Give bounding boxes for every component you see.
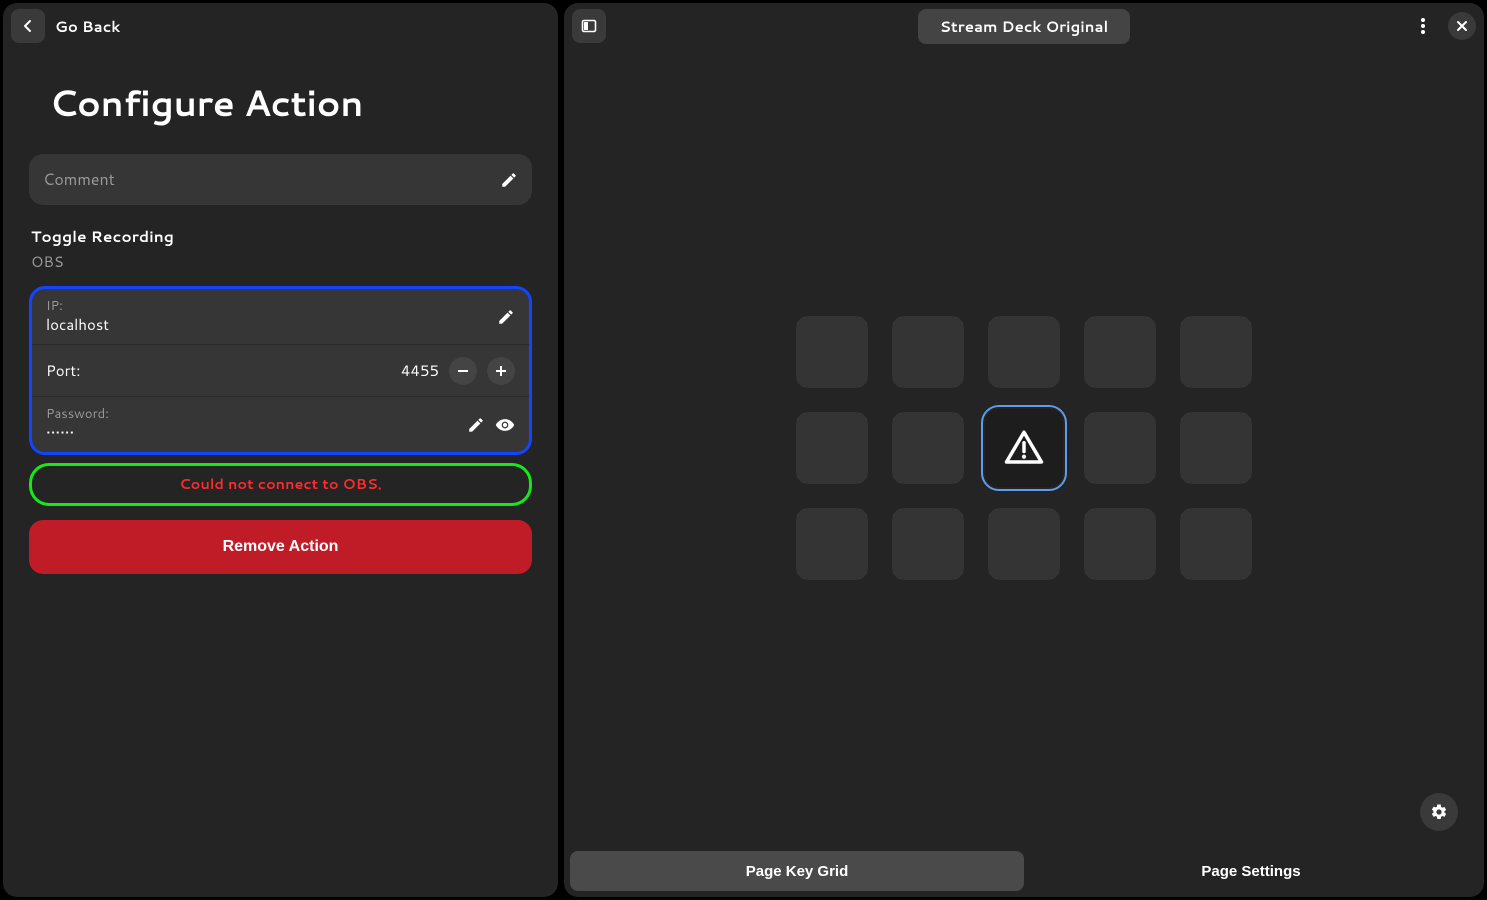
ip-label: IP:	[46, 299, 497, 315]
tab-page-key-grid[interactable]: Page Key Grid	[570, 851, 1024, 891]
pencil-icon[interactable]	[467, 416, 485, 434]
deck-key-5[interactable]	[796, 412, 868, 484]
comment-placeholder: Comment	[43, 168, 500, 191]
deck-key-7[interactable]	[985, 409, 1063, 487]
deck-key-10[interactable]	[796, 508, 868, 580]
minus-icon	[456, 364, 470, 378]
deck-key-0[interactable]	[796, 316, 868, 388]
close-button[interactable]	[1448, 12, 1476, 40]
password-row[interactable]: Password: ••••••	[32, 397, 529, 452]
toggle-sidebar-button[interactable]	[572, 9, 606, 43]
deck-key-3[interactable]	[1084, 316, 1156, 388]
device-selector[interactable]: Stream Deck Original	[918, 9, 1130, 44]
password-value: ••••••	[46, 423, 467, 443]
remove-action-button[interactable]: Remove Action	[29, 520, 532, 574]
deck-key-12[interactable]	[988, 508, 1060, 580]
deck-key-6[interactable]	[892, 412, 964, 484]
port-decrement-button[interactable]	[449, 357, 477, 385]
plus-icon	[494, 364, 508, 378]
ip-row[interactable]: IP: localhost	[32, 289, 529, 345]
action-name: Toggle Recording	[29, 225, 532, 247]
bottom-tab-bar: Page Key Grid Page Settings	[570, 851, 1478, 891]
kebab-icon	[1421, 18, 1425, 34]
deck-key-14[interactable]	[1180, 508, 1252, 580]
tab-page-settings[interactable]: Page Settings	[1024, 851, 1478, 891]
comment-field[interactable]: Comment	[29, 154, 532, 205]
deck-key-1[interactable]	[892, 316, 964, 388]
panel-icon	[581, 18, 597, 34]
port-increment-button[interactable]	[487, 357, 515, 385]
plugin-name: OBS	[29, 251, 532, 272]
close-icon	[1456, 20, 1468, 32]
deck-key-13[interactable]	[1084, 508, 1156, 580]
eye-icon[interactable]	[495, 415, 515, 435]
go-back-label: Go Back	[55, 16, 120, 37]
connection-group: IP: localhost Port: 4455	[29, 286, 532, 455]
port-value: 4455	[401, 360, 439, 381]
password-label: Password:	[46, 407, 467, 423]
gear-icon	[1430, 803, 1448, 821]
deck-key-4[interactable]	[1180, 316, 1252, 388]
deck-key-11[interactable]	[892, 508, 964, 580]
pencil-icon[interactable]	[497, 308, 515, 326]
page-title: Configure Action	[49, 77, 532, 128]
deck-key-2[interactable]	[988, 316, 1060, 388]
port-row: Port: 4455	[32, 345, 529, 397]
port-label: Port:	[46, 360, 401, 381]
connection-error: Could not connect to OBS.	[29, 463, 532, 506]
menu-button[interactable]	[1406, 9, 1440, 43]
pencil-icon	[500, 171, 518, 189]
deck-key-9[interactable]	[1180, 412, 1252, 484]
deck-grid	[796, 316, 1252, 580]
arrow-left-icon	[20, 18, 36, 34]
go-back-button[interactable]	[11, 9, 45, 43]
page-settings-fab[interactable]	[1420, 793, 1458, 831]
device-name: Stream Deck Original	[940, 16, 1108, 37]
warning-icon	[1003, 427, 1045, 469]
ip-value: localhost	[46, 315, 497, 335]
deck-key-8[interactable]	[1084, 412, 1156, 484]
